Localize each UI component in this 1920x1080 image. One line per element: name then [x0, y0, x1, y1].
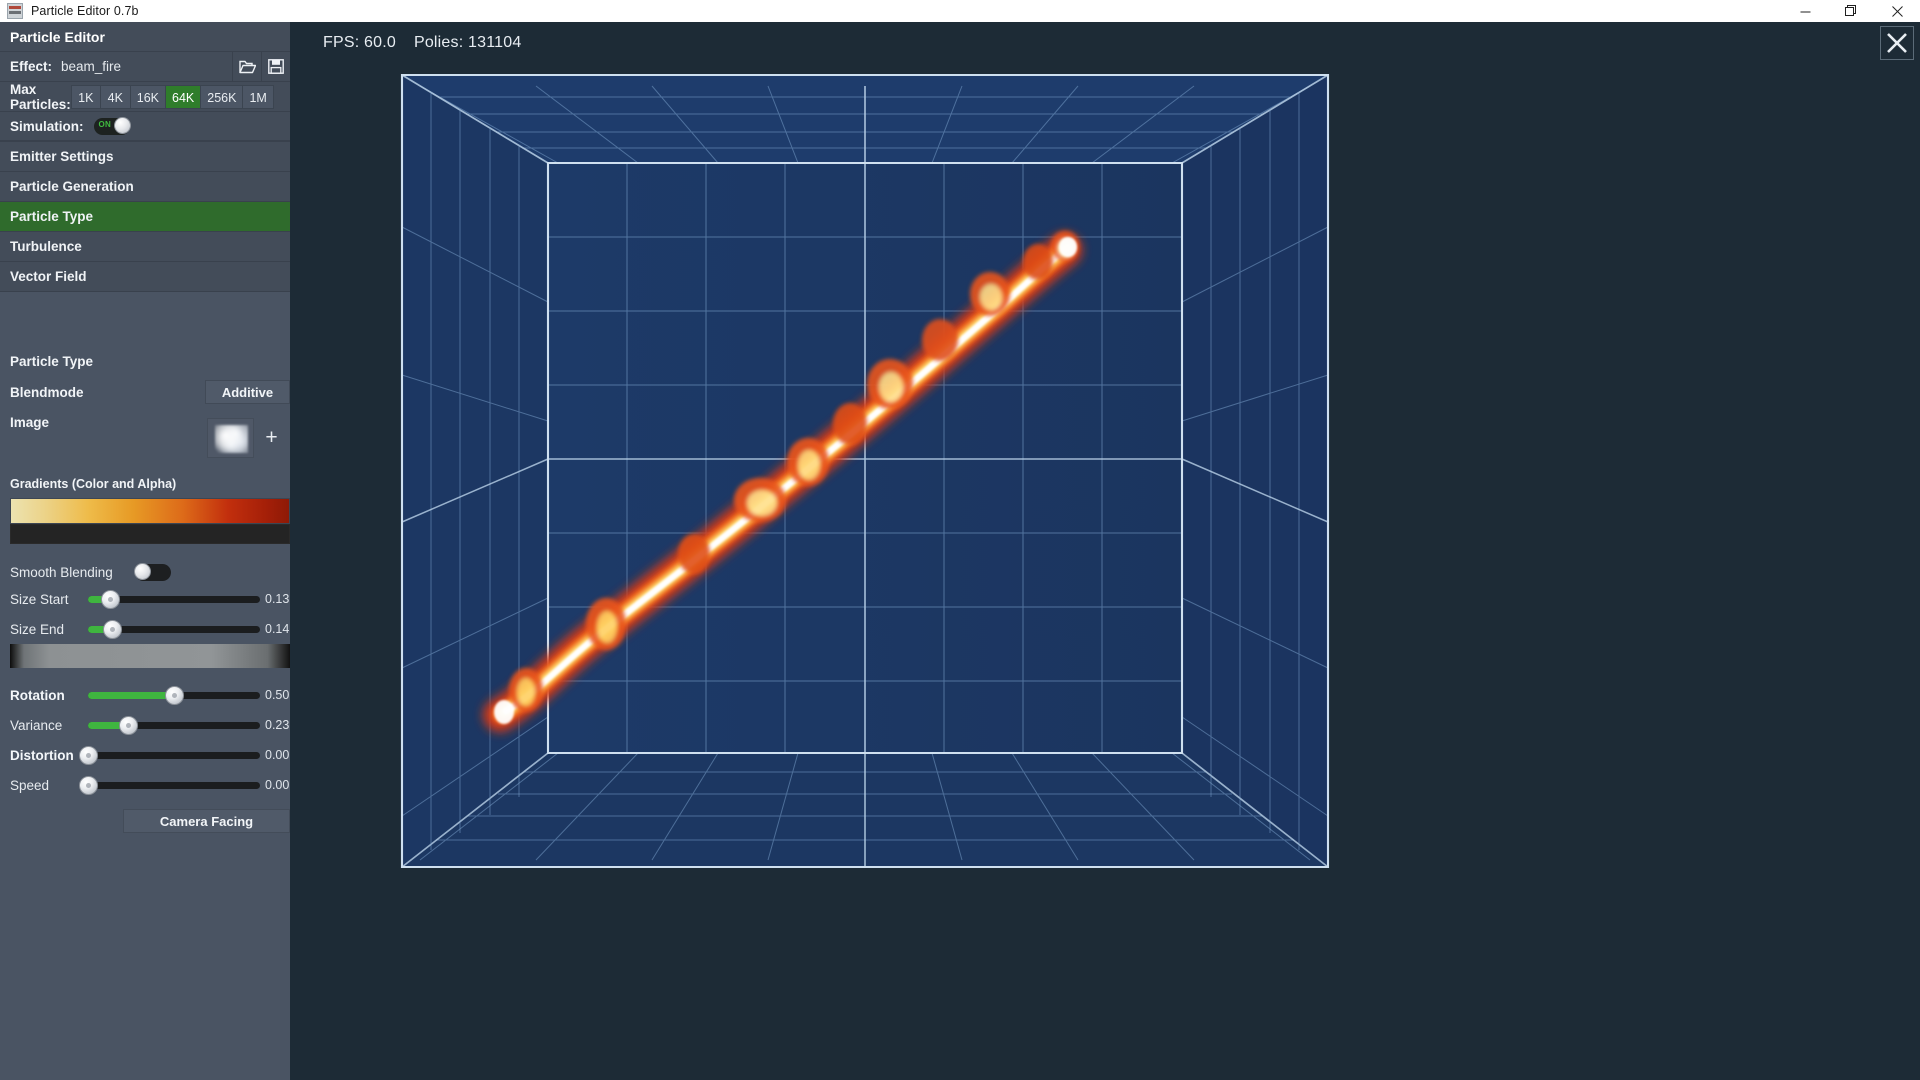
camera-facing-button[interactable]: Camera Facing — [123, 809, 290, 833]
gradients-heading: Gradients (Color and Alpha) — [10, 477, 177, 491]
simulation-toggle[interactable] — [93, 116, 131, 135]
slider-row-variance: Variance 0.23 — [0, 710, 290, 740]
max-particles-option-1m[interactable]: 1M — [243, 84, 274, 109]
simulation-label: Simulation: — [10, 118, 84, 134]
size-end-slider[interactable] — [88, 619, 260, 639]
3d-viewport[interactable]: FPS: 60.0 Polies: 131104 — [290, 22, 1920, 1080]
size-end-label: Size End — [10, 621, 65, 637]
window-controls — [1782, 0, 1920, 22]
maximize-button[interactable] — [1828, 0, 1874, 22]
sidebar-item-emitter-settings[interactable]: Emitter Settings — [0, 142, 290, 172]
particle-scene — [400, 73, 1330, 869]
smooth-blending-toggle[interactable] — [134, 562, 171, 581]
rotation-slider[interactable] — [88, 685, 260, 705]
simulation-row: Simulation: — [0, 112, 290, 142]
fps-label: FPS: 60.0 — [323, 34, 396, 51]
slider-row-size-start: Size Start 0.13 — [0, 584, 290, 614]
variance-slider[interactable] — [88, 715, 260, 735]
smooth-blending-row: Smooth Blending — [0, 557, 290, 587]
image-thumbnail[interactable] — [207, 418, 254, 458]
viewport-close-button[interactable] — [1880, 26, 1914, 60]
sidebar-item-particle-type[interactable]: Particle Type — [0, 202, 290, 232]
window-titlebar: Particle Editor 0.7b — [0, 0, 1920, 22]
max-particles-option-4k[interactable]: 4K — [100, 84, 131, 109]
slider-thumb[interactable] — [79, 775, 98, 795]
alpha-gradient-bar[interactable] — [10, 524, 290, 544]
panel-title: Particle Editor — [0, 22, 290, 52]
max-particles-segmented-control: 1K 4K 16K 64K 256K 1M — [70, 84, 274, 109]
blendmode-label: Blendmode — [10, 384, 84, 400]
size-start-label: Size Start — [10, 591, 69, 607]
blendmode-row: Blendmode Additive — [0, 377, 290, 407]
section-heading: Particle Type — [10, 354, 94, 369]
slider-row-size-end: Size End 0.14 — [0, 614, 290, 644]
left-control-panel: Particle Editor Effect: beam_fire Max Pa… — [0, 22, 290, 1080]
distortion-slider[interactable] — [79, 745, 260, 765]
distortion-label: Distortion — [10, 747, 74, 763]
slider-fill — [88, 691, 174, 699]
toggle-knob — [134, 562, 151, 580]
close-button[interactable] — [1874, 0, 1920, 22]
slider-row-speed: Speed 0.00 — [0, 770, 290, 800]
slider-thumb[interactable] — [118, 715, 138, 735]
effect-label: Effect: — [10, 59, 53, 74]
viewport-stats: FPS: 60.0 Polies: 131104 — [323, 34, 521, 52]
toggle-knob — [113, 116, 131, 134]
sidebar-item-particle-generation[interactable]: Particle Generation — [0, 172, 290, 202]
max-particles-label: Max Particles: — [10, 81, 71, 112]
max-particles-option-64k[interactable]: 64K — [166, 84, 202, 109]
polies-label: Polies: 131104 — [413, 34, 522, 51]
slider-thumb[interactable] — [103, 619, 123, 639]
variance-label: Variance — [10, 717, 63, 733]
folder-open-icon[interactable] — [232, 51, 261, 82]
save-disk-icon[interactable] — [261, 51, 290, 82]
effect-row: Effect: beam_fire — [0, 51, 290, 82]
effect-actions — [232, 51, 290, 82]
close-icon — [1887, 33, 1907, 53]
max-particles-option-256k[interactable]: 256K — [201, 84, 244, 109]
slider-row-rotation: Rotation 0.50 — [0, 680, 290, 710]
add-image-button[interactable]: + — [263, 427, 280, 448]
size-start-slider[interactable] — [88, 589, 260, 609]
app-icon — [7, 3, 23, 19]
color-gradient-bar[interactable] — [10, 498, 290, 524]
window-title: Particle Editor 0.7b — [31, 4, 139, 18]
size-gradient-bar[interactable] — [10, 644, 290, 668]
slider-thumb[interactable] — [165, 685, 184, 705]
sidebar-item-vector-field[interactable]: Vector Field — [0, 262, 290, 292]
smooth-blending-label: Smooth Blending — [10, 564, 113, 580]
smoke-puff-icon — [215, 425, 248, 453]
slider-row-distortion: Distortion 0.00 — [0, 740, 290, 770]
minimize-button[interactable] — [1782, 0, 1828, 22]
max-particles-option-1k[interactable]: 1K — [70, 84, 101, 109]
effect-value[interactable]: beam_fire — [61, 59, 121, 74]
image-label: Image — [10, 414, 50, 430]
blendmode-button[interactable]: Additive — [205, 380, 290, 404]
speed-slider[interactable] — [79, 775, 260, 795]
slider-thumb[interactable] — [79, 745, 98, 765]
slider-thumb[interactable] — [101, 589, 121, 609]
max-particles-row: Max Particles: 1K 4K 16K 64K 256K 1M — [0, 82, 290, 112]
sidebar-item-turbulence[interactable]: Turbulence — [0, 232, 290, 262]
max-particles-option-16k[interactable]: 16K — [130, 84, 167, 109]
rotation-label: Rotation — [10, 687, 65, 703]
speed-label: Speed — [10, 777, 50, 793]
